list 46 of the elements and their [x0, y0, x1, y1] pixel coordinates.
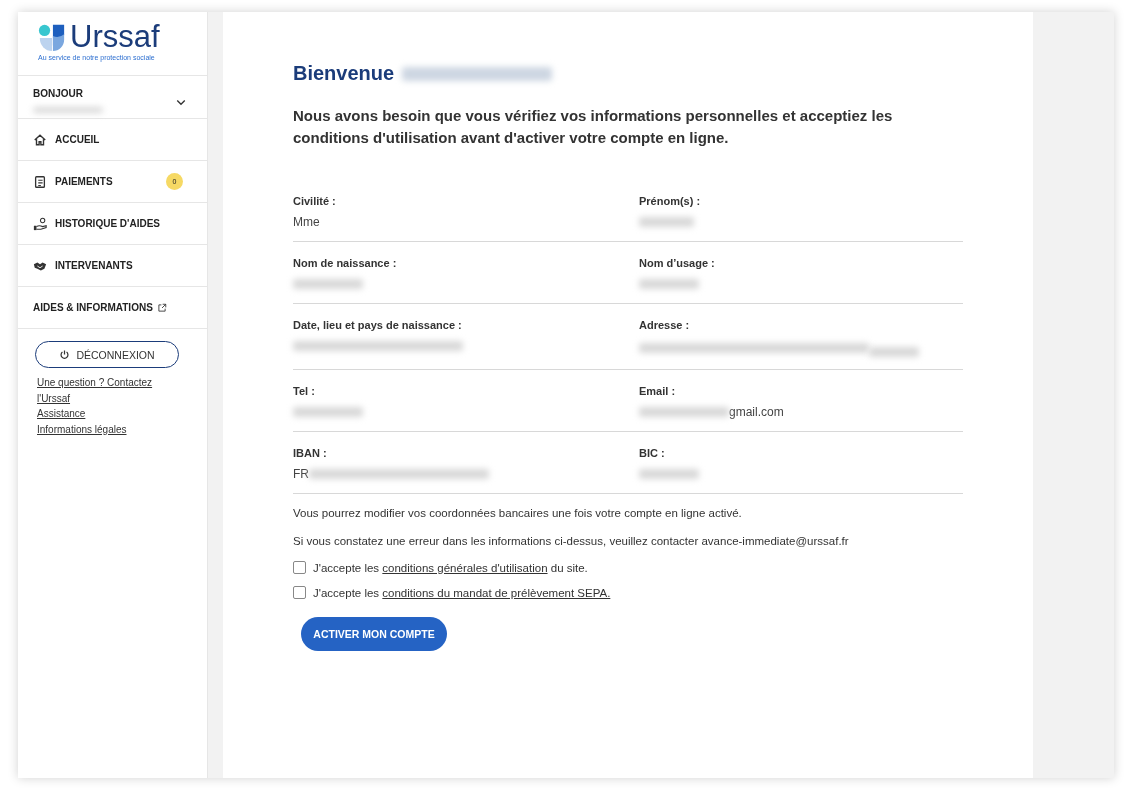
field-label: Civilité :	[293, 195, 337, 207]
redacted-value	[293, 407, 363, 417]
redacted-value	[639, 217, 694, 227]
checkbox[interactable]	[293, 561, 306, 574]
field-label: Tel :	[293, 385, 316, 397]
user-menu[interactable]: BONJOUR	[18, 76, 207, 119]
external-link-icon	[156, 302, 167, 313]
intro-text: Nous avons besoin que vous vérifiez vos informations personnelles et acceptiez les conditions d'utilisation avant d'activer votre compte en ligne.	[293, 106, 894, 148]
field-value: FR	[293, 467, 309, 481]
field-label: Adresse :	[639, 319, 691, 331]
power-icon	[59, 349, 71, 360]
field-label: Email :	[639, 385, 677, 397]
logout-button[interactable]: DÉCONNEXION	[35, 341, 179, 368]
nav-item[interactable]: ACCUEIL	[18, 119, 207, 161]
greeting-label: BONJOUR	[33, 87, 84, 99]
checkbox-label: J'accepte les conditions générales d'utilisation du site.	[313, 561, 588, 574]
redacted-value	[293, 279, 363, 289]
field-value: gmail.com	[729, 405, 784, 419]
document-icon	[33, 174, 47, 189]
field-label: BIC :	[639, 447, 666, 459]
hand-coin-icon	[33, 216, 47, 231]
redacted-value	[639, 279, 699, 289]
footer-link[interactable]: Une question ? Contactez l'Urssaf	[37, 375, 167, 406]
field-label: Date, lieu et pays de naissance :	[293, 319, 463, 331]
logo-icon	[38, 23, 66, 51]
nav-item[interactable]: INTERVENANTS	[18, 245, 207, 287]
info-text: Si vous constatez une erreur dans les informations ci-dessus, veuillez contacter avance-immediate@urssaf.fr	[293, 535, 850, 547]
footer-link[interactable]: Assistance	[37, 406, 167, 422]
field-label: Nom de naissance :	[293, 257, 398, 269]
nav-item[interactable]: HISTORIQUE D'AIDES	[18, 203, 207, 245]
terms-link[interactable]: conditions générales d'utilisation	[382, 561, 548, 574]
field-value: Mme	[293, 215, 320, 229]
checkbox-label: J'accepte les conditions du mandat de prélèvement SEPA.	[313, 586, 611, 599]
nav-item[interactable]: AIDES & INFORMATIONS	[18, 287, 207, 329]
field-label: IBAN :	[293, 447, 328, 459]
field-label: Prénom(s) :	[639, 195, 702, 207]
info-text: Vous pourrez modifier vos coordonnées bancaires une fois votre compte en ligne activé.	[293, 507, 743, 519]
welcome-title: Bienvenue	[293, 62, 395, 85]
footer-link[interactable]: Informations légales	[37, 421, 167, 437]
activate-account-button[interactable]: ACTIVER MON COMPTE	[301, 617, 447, 651]
terms-link[interactable]: conditions du mandat de prélèvement SEPA.	[382, 586, 611, 599]
home-icon	[33, 132, 47, 147]
checkbox[interactable]	[293, 586, 306, 599]
logo-wordmark: Urssaf	[70, 22, 160, 52]
field-label: Nom d’usage :	[639, 257, 716, 269]
redacted-value	[639, 469, 699, 479]
